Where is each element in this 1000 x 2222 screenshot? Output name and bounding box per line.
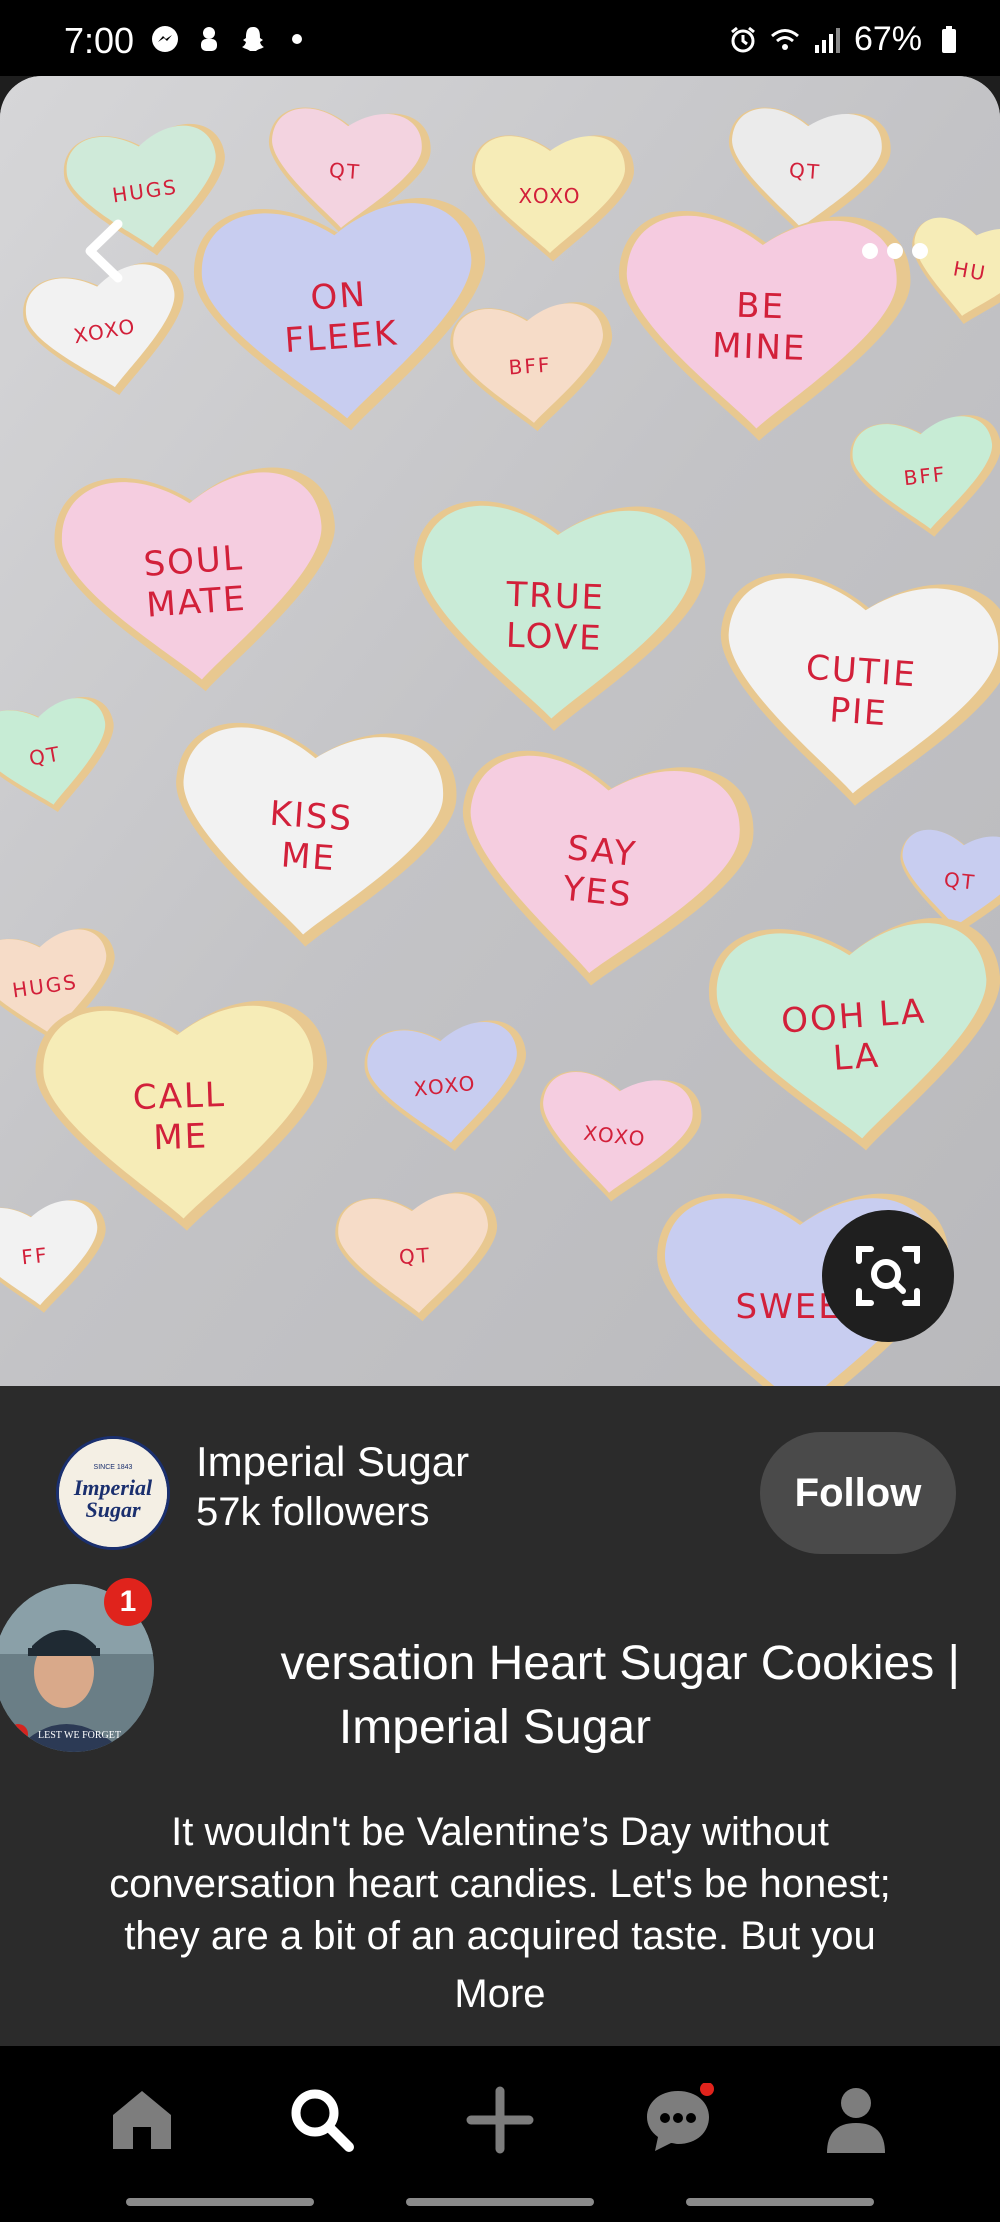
- chat-head-caption: LEST WE FORGET: [38, 1730, 121, 1741]
- cookie-text: ON: [309, 275, 368, 319]
- wifi-icon: [770, 28, 799, 50]
- snapchat-icon: [242, 27, 264, 51]
- cookie-text: SAY: [565, 828, 638, 875]
- lens-icon: [856, 1246, 920, 1306]
- imperial-sugar-logo: SINCE 1843 Imperial Sugar: [59, 1439, 167, 1547]
- gesture-bar-right: [686, 2198, 874, 2206]
- creator-name[interactable]: Imperial Sugar: [196, 1438, 469, 1486]
- messenger-icon: [152, 26, 178, 52]
- cookie-text: FF: [20, 1243, 49, 1270]
- pin-desc-line2: conversation heart candies. Let's be hon…: [109, 1862, 891, 1906]
- pin-desc-line3: they are a bit of an acquired taste. But…: [124, 1914, 876, 1958]
- nav-home[interactable]: [102, 2080, 182, 2160]
- cookie-text: CALL: [132, 1075, 226, 1118]
- cookie-text: TRUE: [505, 575, 606, 618]
- cookie-text: ME: [153, 1116, 209, 1158]
- more-options-button[interactable]: [860, 236, 930, 266]
- cookie-text: MINE: [711, 326, 807, 369]
- cookie-text: QT: [943, 867, 977, 894]
- cookie-text: QT: [328, 158, 362, 184]
- cookie-text: QT: [788, 158, 822, 184]
- battery-icon: [942, 25, 956, 53]
- cookie-text: YES: [560, 869, 635, 916]
- nav-create[interactable]: [460, 2080, 540, 2160]
- status-bar: 7:00 67%: [0, 0, 1000, 76]
- cookie-text: LA: [832, 1036, 882, 1079]
- cookie-text: LOVE: [505, 616, 603, 659]
- battery-percent: 67%: [853, 20, 922, 58]
- creator-avatar[interactable]: SINCE 1843 Imperial Sugar: [56, 1436, 170, 1550]
- status-right: 67%: [728, 20, 964, 59]
- follower-count: 57k followers: [196, 1490, 430, 1534]
- nav-profile[interactable]: [816, 2080, 896, 2160]
- messages-icon: [647, 2083, 714, 2151]
- search-icon: [291, 2089, 354, 2152]
- cookie-text: KISS: [268, 794, 354, 840]
- cookie-text: CUTIE: [805, 648, 918, 696]
- svg-text:Sugar: Sugar: [85, 1497, 140, 1522]
- gesture-bar-left: [126, 2198, 314, 2206]
- cookie-text: BFF: [508, 353, 552, 380]
- follow-button[interactable]: Follow: [760, 1432, 956, 1554]
- back-button[interactable]: [70, 216, 140, 286]
- cookie-text: PIE: [828, 690, 889, 734]
- profile-icon: [827, 2088, 885, 2153]
- pin-description: It wouldn't be Valentine’s Day without c…: [60, 1806, 940, 2020]
- cookie-illustration: HUGSQTXOXOQTXOXOONFLEEKBEMINEHUBFFBFFSOU…: [0, 76, 1000, 1386]
- pin-desc-line1: It wouldn't be Valentine’s Day without: [171, 1810, 829, 1854]
- dot-icon: [292, 34, 302, 44]
- chevron-left-icon: [85, 219, 123, 283]
- nav-messages[interactable]: [638, 2080, 718, 2160]
- cookie-text: FLEEK: [283, 313, 399, 361]
- cookie-text: MATE: [145, 579, 248, 626]
- status-time: 7:00: [64, 20, 135, 61]
- notification-badge: 1: [104, 1578, 152, 1626]
- cookie-text: BE: [736, 286, 786, 328]
- gesture-bar-center: [406, 2198, 594, 2206]
- notification-icon: [201, 27, 217, 51]
- cookie-text: SOUL: [142, 538, 245, 585]
- more-dots-icon: [862, 243, 928, 259]
- more-link[interactable]: More: [60, 1968, 940, 2020]
- create-icon: [466, 2086, 534, 2154]
- nav-search[interactable]: [282, 2080, 362, 2160]
- alarm-icon: [731, 26, 755, 52]
- cookie-text: ME: [280, 835, 337, 879]
- pin-info-panel: SINCE 1843 Imperial Sugar Imperial Sugar…: [0, 1386, 1000, 2046]
- logo-since: SINCE 1843: [94, 1464, 133, 1471]
- home-icon: [113, 2091, 171, 2149]
- cookie-text: XOXO: [518, 184, 581, 208]
- pin-title: versation Heart Sugar Cookies | Imperial…: [150, 1632, 960, 1760]
- cookie-text: BFF: [902, 462, 947, 490]
- pin-image[interactable]: HUGS QT XOXO QT XOXO ON FLEEK BE MINE HU BFF BFF SOU…: [0, 76, 1000, 1386]
- status-left-icons: [150, 24, 312, 54]
- visual-search-button[interactable]: [822, 1210, 954, 1342]
- bottom-nav: [0, 2046, 1000, 2222]
- pin-title-line1: versation Heart Sugar Cookies |: [280, 1637, 960, 1690]
- cookie-text: QT: [398, 1243, 432, 1269]
- pin-title-line2: Imperial Sugar: [338, 1701, 652, 1754]
- signal-icon: [814, 27, 840, 53]
